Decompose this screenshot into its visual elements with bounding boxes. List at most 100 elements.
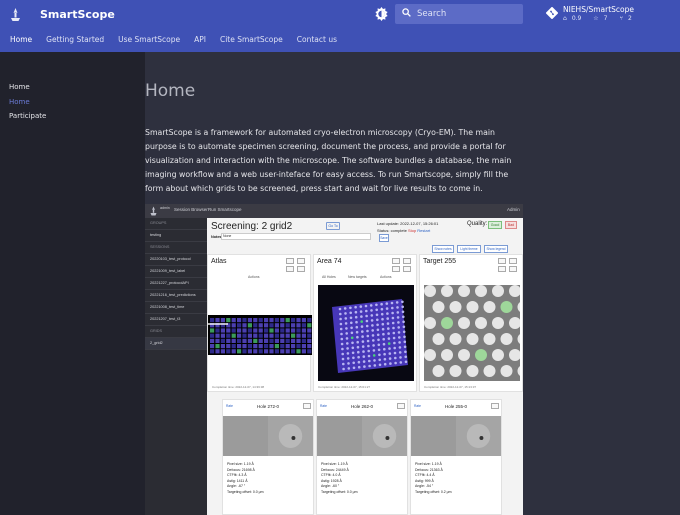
quality-label: Quality: (467, 221, 488, 227)
panel-button[interactable] (403, 258, 411, 264)
repo-link[interactable]: NIEHS/SmartScope ⌂ 0.9 ☆ 7 ⑂ 2 (546, 5, 676, 25)
nav-home[interactable]: Home (10, 35, 32, 49)
fork-icon: ⑂ (619, 15, 624, 22)
last-update: Last update: 2022-12-07, 15:26:01 (377, 221, 439, 226)
zoom-icon[interactable] (297, 266, 305, 272)
app-sidebar: GROUPS testing SESSIONS 20220103_test_pr… (145, 218, 207, 515)
app-nav-admin[interactable]: Admin (507, 207, 520, 212)
atlas-panel: Atlas Actions Completion time: 2022-12-0… (207, 254, 312, 392)
app-top-bar: admin Session Browser Run Smartscope Adm… (145, 204, 523, 218)
area-actions[interactable]: Actions (380, 275, 391, 279)
hole-title: Hole 255-0 (444, 404, 467, 409)
app-logo-icon (150, 206, 157, 216)
nav-api[interactable]: API (194, 35, 206, 49)
panel-button[interactable] (392, 266, 400, 272)
app-side-header-groups: GROUPS (145, 218, 207, 230)
quality-bad-button[interactable]: Bad (505, 221, 517, 229)
panel-button[interactable] (498, 258, 506, 264)
app-side-header-sessions: SESSIONS (145, 242, 207, 254)
quality-good-button[interactable]: Good (488, 221, 502, 229)
area-title: Area 74 (317, 258, 342, 265)
notes-field[interactable]: None (221, 233, 371, 240)
page-title: Home (145, 81, 196, 101)
area-image[interactable] (318, 285, 414, 381)
atlas-title: Atlas (211, 258, 227, 265)
area-footer: Completion time: 2022-12-07, 15:01:27 (318, 385, 371, 389)
theme-toggle-icon[interactable] (374, 6, 389, 21)
area-panel: Area 74 All Holes New targets Actions Co… (313, 254, 417, 392)
site-title[interactable]: SmartScope (40, 8, 115, 21)
panel-button[interactable] (286, 258, 294, 264)
zoom-icon[interactable] (403, 266, 411, 272)
panel-button[interactable] (509, 258, 517, 264)
search-box[interactable] (395, 4, 523, 24)
atlas-actions[interactable]: Actions (248, 275, 259, 279)
top-nav: Home Getting Started Use SmartScope API … (0, 35, 341, 49)
target-panel: Target 255 Completion time: 2022-12-07, … (419, 254, 523, 392)
app-side-item[interactable]: 20221009_test_label (145, 266, 207, 278)
zoom-icon[interactable] (509, 266, 517, 272)
target-footer: Completion time: 2022-12-07, 15:13:37 (424, 385, 477, 389)
panel-button[interactable] (297, 258, 305, 264)
app-side-item[interactable]: 20221008_test_time (145, 302, 207, 314)
area-all-holes[interactable]: All Holes (322, 275, 336, 279)
sidebar-item-participate[interactable]: Participate (9, 112, 46, 120)
sidebar-item-home[interactable]: Home (9, 83, 30, 91)
search-icon (402, 8, 411, 17)
zoom-icon[interactable] (303, 403, 311, 409)
hole-title: Hole 272-0 (256, 404, 279, 409)
light-theme-button[interactable]: Light theme (457, 245, 481, 253)
sidebar: Home Home Participate (0, 52, 145, 515)
app-side-item[interactable]: testing (145, 230, 207, 242)
app-side-item[interactable]: 20221216_test_predictions (145, 290, 207, 302)
status-line: Status: complete Stop Restart (377, 228, 431, 233)
nav-getting-started[interactable]: Getting Started (46, 35, 104, 49)
smartscope-logo-icon[interactable] (8, 7, 23, 22)
app-side-item[interactable]: 2_grid2 (145, 338, 207, 350)
zoom-icon[interactable] (491, 403, 499, 409)
nav-cite-smartscope[interactable]: Cite SmartScope (220, 35, 283, 49)
show-notes-button[interactable]: Show notes (432, 245, 454, 253)
atlas-image[interactable] (208, 315, 312, 355)
hole-image[interactable] (317, 416, 407, 456)
git-icon (546, 7, 558, 19)
zoom-icon[interactable] (397, 403, 405, 409)
sidebar-item-home-active[interactable]: Home (9, 98, 30, 106)
hole-stats: Pixel size: 1.19 Å Defocus: 24449 Å CTFfit… (321, 462, 358, 494)
hole-card: Rate Hole 255-0 Pixel size: 1.19 Å Defocu… (410, 399, 502, 515)
app-side-item[interactable]: 20220103_test_protocol (145, 254, 207, 266)
repo-stars: ☆ 7 (593, 15, 608, 22)
app-content: Screening: 2 grid2 Go To Last update: 20… (207, 218, 523, 515)
panel-button[interactable] (286, 266, 294, 272)
tag-icon: ⌂ (563, 15, 567, 22)
app-side-header-grids: GRIDS (145, 326, 207, 338)
hole-image[interactable] (411, 416, 501, 456)
goto-button[interactable]: Go To (326, 222, 340, 230)
nav-contact-us[interactable]: Contact us (297, 35, 337, 49)
app-side-item[interactable]: 20221227_protocolAPI (145, 278, 207, 290)
hole-card: Rate Hole 272-0 Pixel size: 1.19 Å Defocu… (222, 399, 314, 515)
star-icon: ☆ (593, 15, 599, 22)
hole-stats: Pixel size: 1.19 Å Defocus: 21363 Å CTFfit… (415, 462, 452, 494)
app-nav-session-browser[interactable]: Session Browser (174, 207, 208, 212)
hole-image[interactable] (223, 416, 313, 456)
nav-use-smartscope[interactable]: Use SmartScope (118, 35, 180, 49)
app-user-label: admin (160, 206, 170, 210)
hole-title: Hole 262-0 (350, 404, 373, 409)
panel-button[interactable] (498, 266, 506, 272)
target-title: Target 255 (423, 258, 457, 265)
area-new-targets[interactable]: New targets (348, 275, 367, 279)
app-nav-run-smartscope[interactable]: Run Smartscope (208, 207, 242, 212)
hole-stats: Pixel size: 1.19 Å Defocus: 21698 Å CTFfit… (227, 462, 264, 494)
app-screenshot: admin Session Browser Run Smartscope Adm… (145, 204, 523, 515)
save-notes-button[interactable]: Save (379, 234, 389, 242)
show-legend-button[interactable]: Show legend (484, 245, 508, 253)
repo-version: ⌂ 0.9 (563, 15, 582, 22)
atlas-footer: Completion time: 2022-12-07, 14:36:38 (212, 385, 265, 389)
panel-button[interactable] (392, 258, 400, 264)
target-image[interactable] (424, 285, 520, 381)
search-input[interactable] (417, 6, 517, 22)
hole-card: Rate Hole 262-0 Pixel size: 1.19 Å Defocu… (316, 399, 408, 515)
app-side-item[interactable]: 20221207_test_t3 (145, 314, 207, 326)
screening-title: Screening: 2 grid2 (211, 221, 293, 232)
